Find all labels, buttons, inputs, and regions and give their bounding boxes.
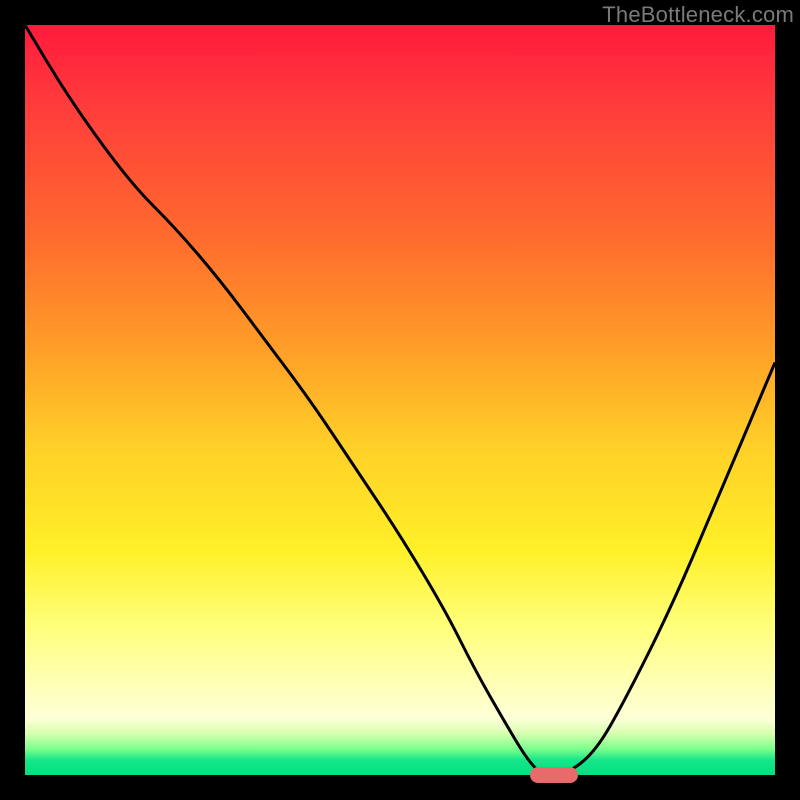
- optimum-marker: [530, 767, 578, 783]
- bottleneck-curve: [25, 25, 775, 775]
- plot-area: [25, 25, 775, 775]
- curve-path: [25, 25, 775, 775]
- chart-frame: TheBottleneck.com: [0, 0, 800, 800]
